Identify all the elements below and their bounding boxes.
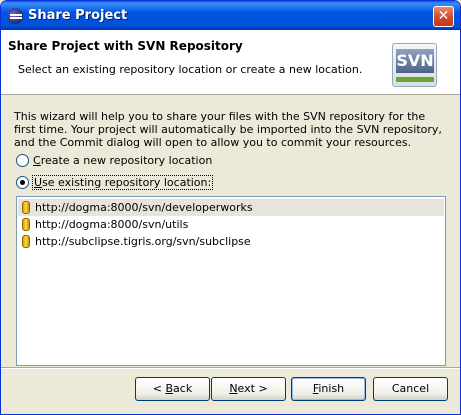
svn-logo-bar (396, 77, 434, 82)
repository-list[interactable]: http://dogma:8000/svn/developerworks htt… (16, 196, 446, 366)
svn-logo-text: SVN (396, 49, 434, 73)
cancel-button[interactable]: Cancel (373, 377, 448, 401)
intro-text: This wizard will help you to share your … (14, 110, 442, 149)
finish-button[interactable]: Finish (291, 377, 366, 401)
use-existing-location-option[interactable]: Use existing repository location: (16, 175, 214, 190)
repository-icon (22, 201, 30, 214)
repository-url: http://dogma:8000/svn/utils (35, 218, 189, 231)
create-new-location-option[interactable]: Create a new repository location (16, 153, 213, 168)
button-bar-divider (1, 367, 460, 369)
repository-icon (22, 218, 30, 231)
close-icon[interactable]: ✕ (433, 6, 454, 27)
wizard-content: This wizard will help you to share your … (1, 96, 460, 366)
window-title: Share Project (28, 8, 128, 23)
title-bar[interactable]: Share Project ✕ (1, 1, 460, 30)
list-item[interactable]: http://subclipse.tigris.org/svn/subclips… (18, 233, 444, 250)
repository-url: http://dogma:8000/svn/developerworks (35, 201, 253, 214)
next-button[interactable]: Next > (211, 377, 286, 401)
eclipse-icon (7, 8, 23, 24)
repository-icon (22, 235, 30, 248)
wizard-header: Share Project with SVN Repository Select… (1, 30, 460, 95)
page-title: Share Project with SVN Repository (8, 39, 243, 53)
repository-url: http://subclipse.tigris.org/svn/subclips… (35, 235, 251, 248)
share-project-dialog: Share Project ✕ Share Project with SVN R… (0, 0, 461, 415)
use-existing-radio[interactable] (16, 176, 29, 189)
svn-logo-icon: SVN (392, 43, 437, 87)
list-item[interactable]: http://dogma:8000/svn/utils (18, 216, 444, 233)
create-new-label[interactable]: Create a new repository location (32, 154, 213, 167)
create-new-radio[interactable] (16, 153, 29, 167)
list-item[interactable]: http://dogma:8000/svn/developerworks (18, 199, 444, 216)
page-description: Select an existing repository location o… (18, 63, 363, 76)
back-button[interactable]: < Back (135, 377, 210, 401)
use-existing-label[interactable]: Use existing repository location: (32, 175, 214, 190)
